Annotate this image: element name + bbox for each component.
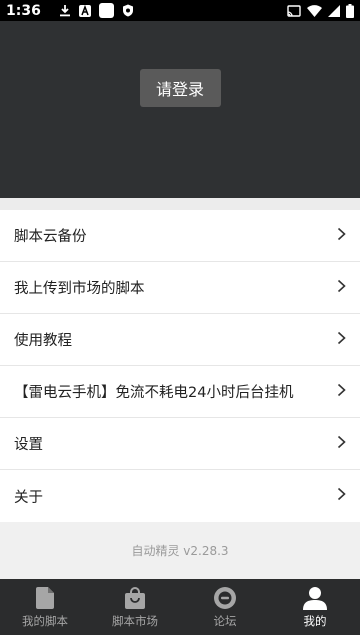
tab-mine[interactable]: 我的 (270, 579, 360, 635)
tab-label: 脚本市场 (112, 614, 158, 628)
menu-item-label: 脚本云备份 (14, 229, 87, 245)
menu-item-label: 【雷电云手机】免流不耗电24小时后台挂机 (14, 385, 294, 401)
tab-label: 我的脚本 (22, 614, 68, 628)
menu-item-my-uploaded-scripts[interactable]: 我上传到市场的脚本 (0, 262, 360, 314)
menu-item-tutorial[interactable]: 使用教程 (0, 314, 360, 366)
white-square-icon (98, 3, 114, 18)
chevron-right-icon (337, 331, 346, 349)
status-right (287, 3, 354, 18)
chevron-right-icon (337, 435, 346, 453)
forum-icon (213, 585, 237, 611)
section-divider (0, 198, 360, 210)
menu-item-label: 使用教程 (14, 333, 72, 349)
tab-forum[interactable]: 论坛 (180, 579, 270, 635)
status-left: 1:36 (6, 3, 134, 19)
bottom-tab-bar: 我的脚本 脚本市场 论坛 我的 (0, 579, 360, 635)
chevron-right-icon (337, 227, 346, 245)
chevron-right-icon (337, 279, 346, 297)
battery-icon (346, 3, 354, 18)
status-time: 1:36 (6, 2, 41, 19)
menu-item-settings[interactable]: 设置 (0, 418, 360, 470)
signal-icon (328, 4, 340, 17)
login-button[interactable]: 请登录 (139, 68, 221, 107)
version-text: 自动精灵 v2.28.3 (0, 522, 360, 579)
menu-item-label: 设置 (14, 437, 43, 453)
shield-icon (122, 4, 134, 17)
app-a-icon (78, 4, 91, 17)
tab-my-scripts[interactable]: 我的脚本 (0, 579, 90, 635)
tab-script-market[interactable]: 脚本市场 (90, 579, 180, 635)
profile-header: 请登录 (0, 21, 360, 198)
shopping-bag-icon (125, 585, 145, 611)
menu-list: 脚本云备份 我上传到市场的脚本 使用教程 【雷电云手机】免流不耗电24小时后台挂… (0, 210, 360, 522)
tab-label: 论坛 (213, 614, 237, 628)
file-icon (36, 585, 54, 611)
menu-item-cloud-backup[interactable]: 脚本云备份 (0, 210, 360, 262)
cast-icon (287, 4, 301, 17)
chevron-right-icon (337, 383, 346, 401)
status-bar: 1:36 (0, 0, 360, 21)
person-icon (303, 585, 327, 611)
menu-item-about[interactable]: 关于 (0, 470, 360, 522)
menu-item-label: 关于 (14, 489, 43, 506)
menu-item-cloud-phone-ad[interactable]: 【雷电云手机】免流不耗电24小时后台挂机 (0, 366, 360, 418)
download-icon (59, 4, 71, 17)
chevron-right-icon (337, 487, 346, 505)
tab-label: 我的 (303, 614, 327, 628)
menu-item-label: 我上传到市场的脚本 (14, 281, 145, 297)
wifi-icon (307, 4, 322, 17)
